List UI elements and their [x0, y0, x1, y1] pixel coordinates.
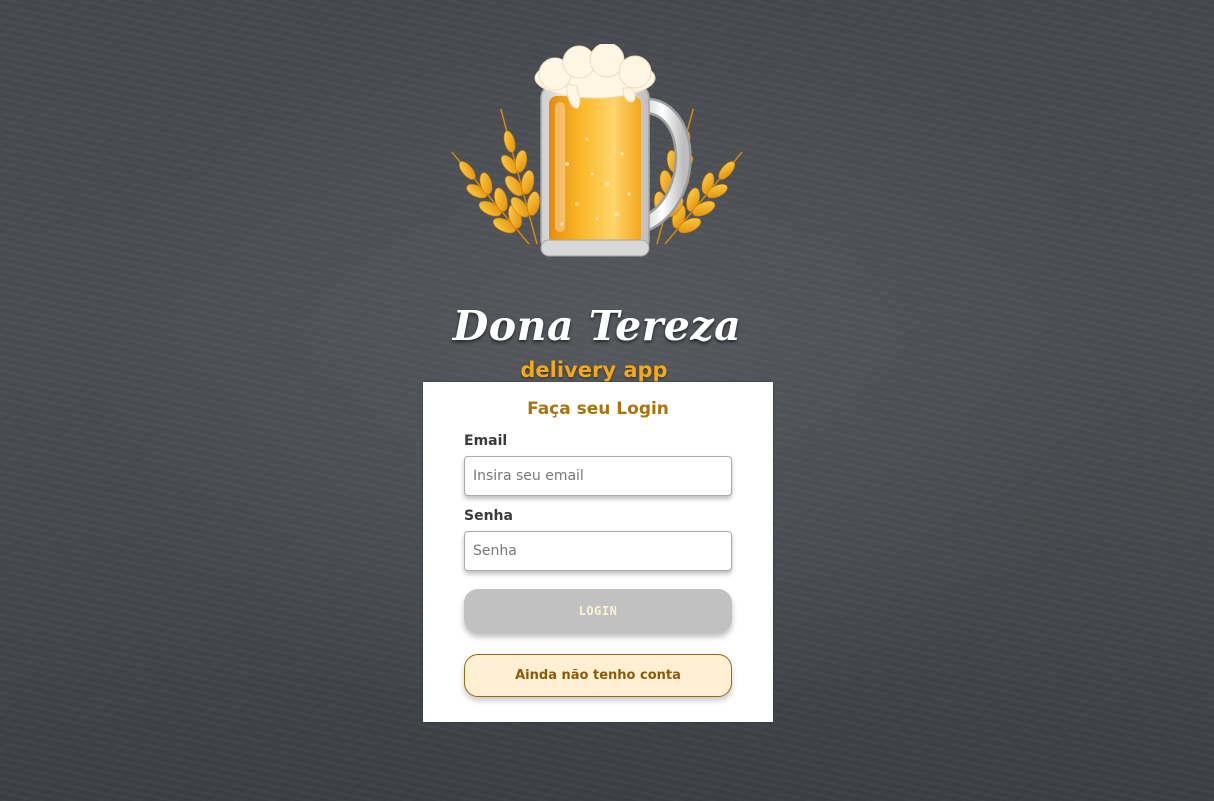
password-input[interactable] [464, 531, 732, 571]
email-input[interactable] [464, 456, 732, 496]
register-button[interactable]: Ainda não tenho conta [464, 654, 732, 697]
login-button[interactable]: LOGIN [464, 589, 732, 633]
login-title: Faça seu Login [527, 399, 669, 419]
brand-tagline: delivery app [520, 358, 668, 382]
beer-mug-with-wheat-icon [451, 44, 743, 257]
brand-logo: Dona Tereza delivery app [437, 44, 757, 382]
password-label: Senha [464, 508, 513, 524]
email-label: Email [464, 433, 508, 449]
brand-name: Dona Tereza [452, 302, 742, 350]
login-card: Faça seu Login Email Senha LOGIN Ainda n… [423, 382, 773, 722]
